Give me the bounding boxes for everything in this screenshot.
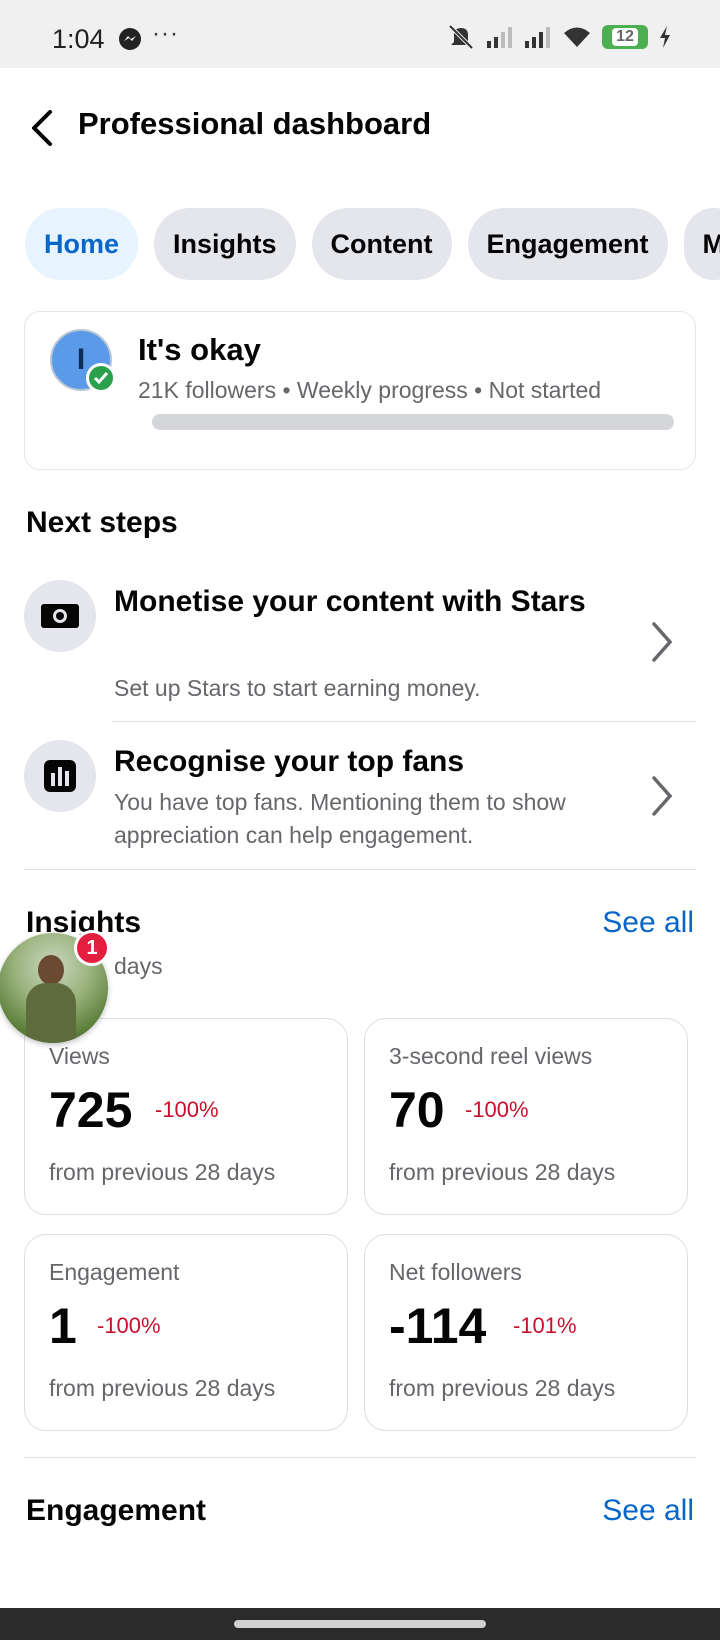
metric-comparison: from previous 28 days (389, 1159, 616, 1185)
metric-value: 1 (49, 1298, 77, 1354)
metric-label: Net followers (389, 1259, 522, 1285)
chevron-right-icon (652, 776, 673, 816)
back-arrow-icon[interactable] (24, 104, 64, 152)
status-bar: 1:04 ··· 12 (0, 0, 720, 68)
next-step-title: Monetise your content with Stars (114, 585, 586, 618)
metric-card-engagement[interactable]: Engagement 1 -100% from previous 28 days (24, 1234, 348, 1431)
muted-bell-icon (448, 24, 474, 50)
verified-check-icon (86, 363, 116, 393)
metric-comparison: from previous 28 days (389, 1375, 616, 1401)
top-bar: Professional dashboard (0, 68, 720, 184)
tab-insights[interactable]: Insights (154, 208, 296, 280)
metric-label: Engagement (49, 1259, 180, 1285)
metric-delta: -101% (513, 1313, 577, 1338)
signal-icon-2 (525, 27, 550, 48)
chevron-right-icon (652, 622, 673, 662)
tab-engagement[interactable]: Engagement (467, 208, 668, 280)
engagement-heading: Engagement (26, 1494, 207, 1527)
next-step-subtitle: You have top fans. Mentioning them to sh… (114, 789, 566, 848)
next-step-title: Recognise your top fans (114, 745, 465, 778)
chat-head-person-body (26, 983, 76, 1043)
tab-home[interactable]: Home (25, 208, 139, 280)
next-step-subtitle: Set up Stars to start earning money. (114, 675, 481, 701)
status-icons: 12 (446, 24, 672, 50)
metric-value: 70 (389, 1082, 445, 1138)
tab-content[interactable]: Content (311, 208, 452, 280)
system-nav-bar (0, 1608, 720, 1640)
metric-delta: -100% (97, 1313, 161, 1338)
profile-meta: 21K followers • Weekly progress • Not st… (138, 377, 602, 403)
metric-comparison: from previous 28 days (49, 1375, 276, 1401)
weekly-progress-bar (152, 414, 674, 430)
metric-value: -114 (389, 1298, 487, 1354)
divider (24, 1457, 696, 1458)
charging-icon (660, 26, 670, 48)
more-notifications-icon: ··· (152, 20, 179, 47)
next-steps-heading: Next steps (26, 506, 178, 539)
wifi-icon (564, 27, 590, 47)
engagement-see-all-link[interactable]: See all (602, 1494, 694, 1528)
divider (112, 721, 696, 722)
divider (24, 869, 696, 870)
bar-chart-icon (24, 740, 96, 812)
next-step-monetise[interactable]: Monetise your content with Stars Set up … (0, 580, 720, 710)
metric-label: Views (49, 1043, 110, 1069)
insights-see-all-link[interactable]: See all (602, 906, 694, 940)
battery-icon: 12 (602, 25, 648, 49)
page-title: Professional dashboard (78, 106, 432, 141)
chat-head-badge: 1 (74, 930, 110, 966)
messenger-icon (119, 28, 141, 50)
stars-money-icon (24, 580, 96, 652)
chat-head-person (38, 955, 64, 985)
metric-card-net-followers[interactable]: Net followers -114 -101% from previous 2… (364, 1234, 688, 1431)
metric-card-views[interactable]: Views 725 -100% from previous 28 days (24, 1018, 348, 1215)
home-gesture-handle[interactable] (234, 1620, 486, 1628)
metric-comparison: from previous 28 days (49, 1159, 276, 1185)
next-step-top-fans[interactable]: Recognise your top fans You have top fan… (0, 740, 720, 852)
tab-bar: Home Insights Content Engagement M (25, 208, 720, 280)
profile-progress-card[interactable]: I It's okay 21K followers • Weekly progr… (24, 311, 696, 470)
tab-more[interactable]: M (683, 208, 720, 280)
status-time: 1:04 (52, 24, 105, 54)
metric-delta: -100% (465, 1097, 529, 1122)
signal-icon (487, 27, 512, 48)
profile-name: It's okay (138, 332, 261, 367)
metric-value: 725 (49, 1082, 133, 1138)
insights-period: days (114, 953, 163, 979)
metric-delta: -100% (155, 1097, 219, 1122)
metric-card-reel-views[interactable]: 3-second reel views 70 -100% from previo… (364, 1018, 688, 1215)
metric-label: 3-second reel views (389, 1043, 593, 1069)
